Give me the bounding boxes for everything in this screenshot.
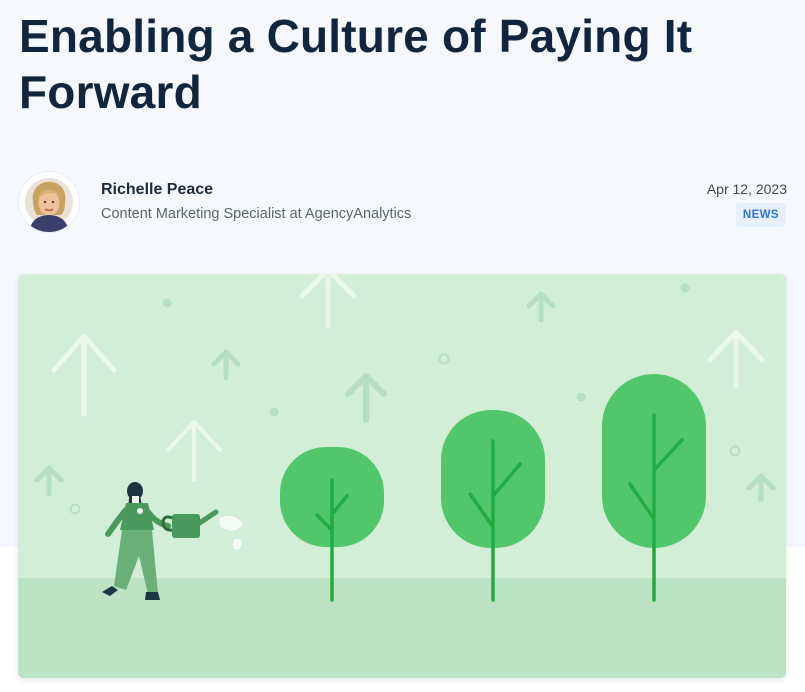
author-role: Content Marketing Specialist at AgencyAn… xyxy=(101,206,412,222)
avatar[interactable] xyxy=(19,172,79,232)
post-date: Apr 12, 2023 xyxy=(706,181,787,197)
page-title: Enabling a Culture of Paying It Forward xyxy=(19,10,693,118)
author-photo xyxy=(19,172,79,232)
author-name[interactable]: Richelle Peace xyxy=(101,181,213,199)
category-badge[interactable]: NEWS xyxy=(735,203,786,227)
hero-illustration xyxy=(18,274,786,678)
hero-image xyxy=(18,274,786,678)
